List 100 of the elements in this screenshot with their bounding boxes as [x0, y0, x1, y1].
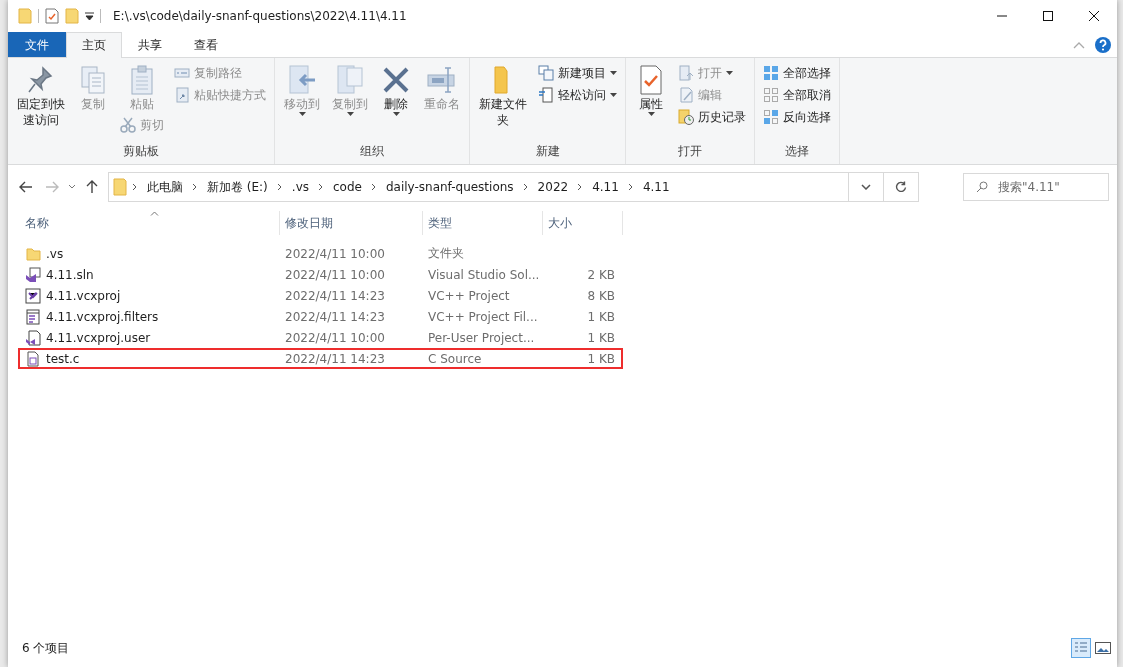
ribbon-button[interactable]: 全部取消 — [759, 84, 835, 106]
column-header[interactable]: 大小 — [543, 211, 623, 235]
breadcrumb[interactable]: 4.11 — [638, 180, 674, 194]
file-name: 4.11.vcxproj.user — [46, 330, 151, 345]
search-field[interactable]: 搜索"4.11" — [963, 173, 1109, 201]
item-count: 6 个项目 — [22, 639, 70, 657]
modified-date: 2022/4/11 10:00 — [285, 267, 385, 282]
open-icon — [678, 65, 694, 81]
ribbon-button[interactable]: 新建文件夹 — [474, 62, 532, 130]
ribbon-button[interactable]: 新建项目 — [534, 62, 621, 84]
file-row[interactable]: 4.11.vcxproj.filters 2022/4/11 14:23 VC++ Project Fil... 1 KB — [18, 306, 623, 327]
back-arrow-icon — [19, 181, 33, 193]
source-file-icon — [25, 350, 41, 367]
path-icon — [174, 65, 190, 81]
file-row[interactable]: .vs 2022/4/11 10:00 文件夹 — [18, 243, 623, 264]
file-type: Per-User Project... — [428, 330, 535, 345]
chevron-right-icon[interactable] — [132, 183, 138, 191]
copy-icon — [334, 64, 366, 96]
ribbon-button[interactable]: 轻松访问 — [534, 84, 621, 106]
shortcut-icon — [174, 87, 190, 103]
file-type: VC++ Project — [428, 288, 510, 303]
refresh-icon — [895, 181, 907, 193]
file-row[interactable]: test.c 2022/4/11 14:23 C Source 1 KB — [18, 348, 623, 369]
checkmark-document-icon[interactable] — [45, 8, 59, 24]
ribbon-tab[interactable]: 查看 — [178, 32, 234, 57]
file-type: 文件夹 — [428, 246, 464, 260]
chevron-right-icon[interactable] — [192, 183, 198, 191]
group-label: 选择 — [785, 144, 809, 158]
modified-date: 2022/4/11 14:23 — [285, 309, 385, 324]
maximize-icon — [1043, 11, 1053, 21]
breadcrumb[interactable]: code — [329, 180, 366, 194]
image-icon — [1095, 642, 1111, 654]
caret-icon — [647, 112, 655, 116]
breadcrumb[interactable]: 此电脑 — [143, 178, 187, 196]
history-icon — [678, 109, 694, 125]
file-name: test.c — [46, 351, 80, 366]
chevron-right-icon[interactable] — [370, 183, 377, 191]
modified-date: 2022/4/11 14:23 — [285, 288, 385, 303]
chevron-right-icon[interactable] — [522, 183, 529, 191]
breadcrumb[interactable]: 4.11 — [588, 180, 623, 194]
chevron-right-icon[interactable] — [627, 183, 634, 191]
ribbon-tab[interactable]: 主页 — [66, 32, 122, 58]
new-item-icon — [538, 65, 554, 81]
caret-icon — [610, 93, 617, 97]
rename-icon — [426, 64, 458, 96]
chevron-right-icon[interactable] — [577, 183, 584, 191]
modified-date: 2022/4/11 10:00 — [285, 330, 385, 345]
ribbon-button[interactable]: 删除 — [375, 62, 417, 118]
file-row[interactable]: 4.11.vcxproj.user 2022/4/11 10:00 Per-User Project... 1 KB — [18, 327, 623, 348]
search-icon — [976, 181, 988, 193]
empty-grid-icon — [763, 87, 779, 103]
file-name: 4.11.vcxproj.filters — [46, 309, 159, 324]
ribbon-button[interactable]: 属性 — [630, 62, 672, 118]
ribbon-button[interactable]: 固定到快速访问 — [12, 62, 70, 130]
ribbon-button[interactable]: 全部选择 — [759, 62, 835, 84]
file-type: Visual Studio Sol... — [428, 267, 540, 282]
ribbon-button[interactable]: 反向选择 — [759, 106, 835, 128]
modified-date: 2022/4/11 14:23 — [285, 351, 385, 366]
breadcrumb[interactable]: .vs — [287, 180, 313, 194]
file-size: 1 KB — [587, 351, 615, 366]
breadcrumb[interactable]: 2022 — [533, 180, 573, 194]
project-file-icon — [25, 287, 41, 304]
grid-icon — [763, 65, 779, 81]
sort-caret-icon — [149, 211, 159, 216]
column-header[interactable]: 名称 — [20, 211, 280, 235]
breadcrumb[interactable]: 新加卷 (E:) — [203, 178, 272, 196]
file-row[interactable]: 4.11.vcxproj 2022/4/11 14:23 VC++ Project 8 KB — [18, 285, 623, 306]
close-icon — [1089, 11, 1099, 21]
file-size: 2 KB — [587, 267, 615, 282]
caret-icon — [726, 71, 733, 75]
dropdown-icon[interactable] — [85, 12, 94, 20]
group-label: 新建 — [535, 144, 560, 158]
chevron-down-icon[interactable] — [68, 184, 76, 190]
file-row[interactable]: 4.11.sln 2022/4/11 10:00 Visual Studio Sol... 2 KB — [18, 264, 623, 285]
column-header[interactable]: 修改日期 — [280, 211, 423, 235]
group-label: 剪贴板 — [123, 144, 159, 158]
invert-grid-icon — [763, 109, 779, 125]
file-name: .vs — [46, 246, 64, 261]
file-name: 4.11.sln — [46, 267, 94, 282]
caret-icon — [392, 112, 400, 116]
filters-file-icon — [25, 308, 41, 325]
caret-icon — [610, 71, 617, 75]
group-label: 打开 — [678, 144, 702, 158]
move-icon — [286, 64, 318, 96]
column-header[interactable]: 类型 — [423, 211, 543, 235]
document-icon — [538, 87, 554, 103]
help-icon[interactable] — [1095, 36, 1111, 53]
modified-date: 2022/4/11 10:00 — [285, 246, 385, 261]
breadcrumb[interactable]: daily-snanf-questions — [381, 180, 518, 194]
address-bar[interactable]: 此电脑 新加卷 (E:) .vs code daily-snanf-questions 2022 4.11 4.11 — [108, 172, 919, 202]
file-menu-tab[interactable]: 文件 — [8, 32, 66, 57]
forward-arrow-icon — [45, 181, 59, 193]
ribbon-button[interactable]: 历史记录 — [674, 106, 750, 128]
ribbon-tab[interactable]: 共享 — [122, 32, 178, 57]
file-size: 1 KB — [587, 309, 615, 324]
chevron-right-icon[interactable] — [318, 183, 324, 191]
scissors-icon — [120, 117, 136, 133]
file-name: 4.11.vcxproj — [46, 288, 121, 303]
folder-icon — [25, 245, 41, 262]
chevron-right-icon[interactable] — [276, 183, 283, 191]
